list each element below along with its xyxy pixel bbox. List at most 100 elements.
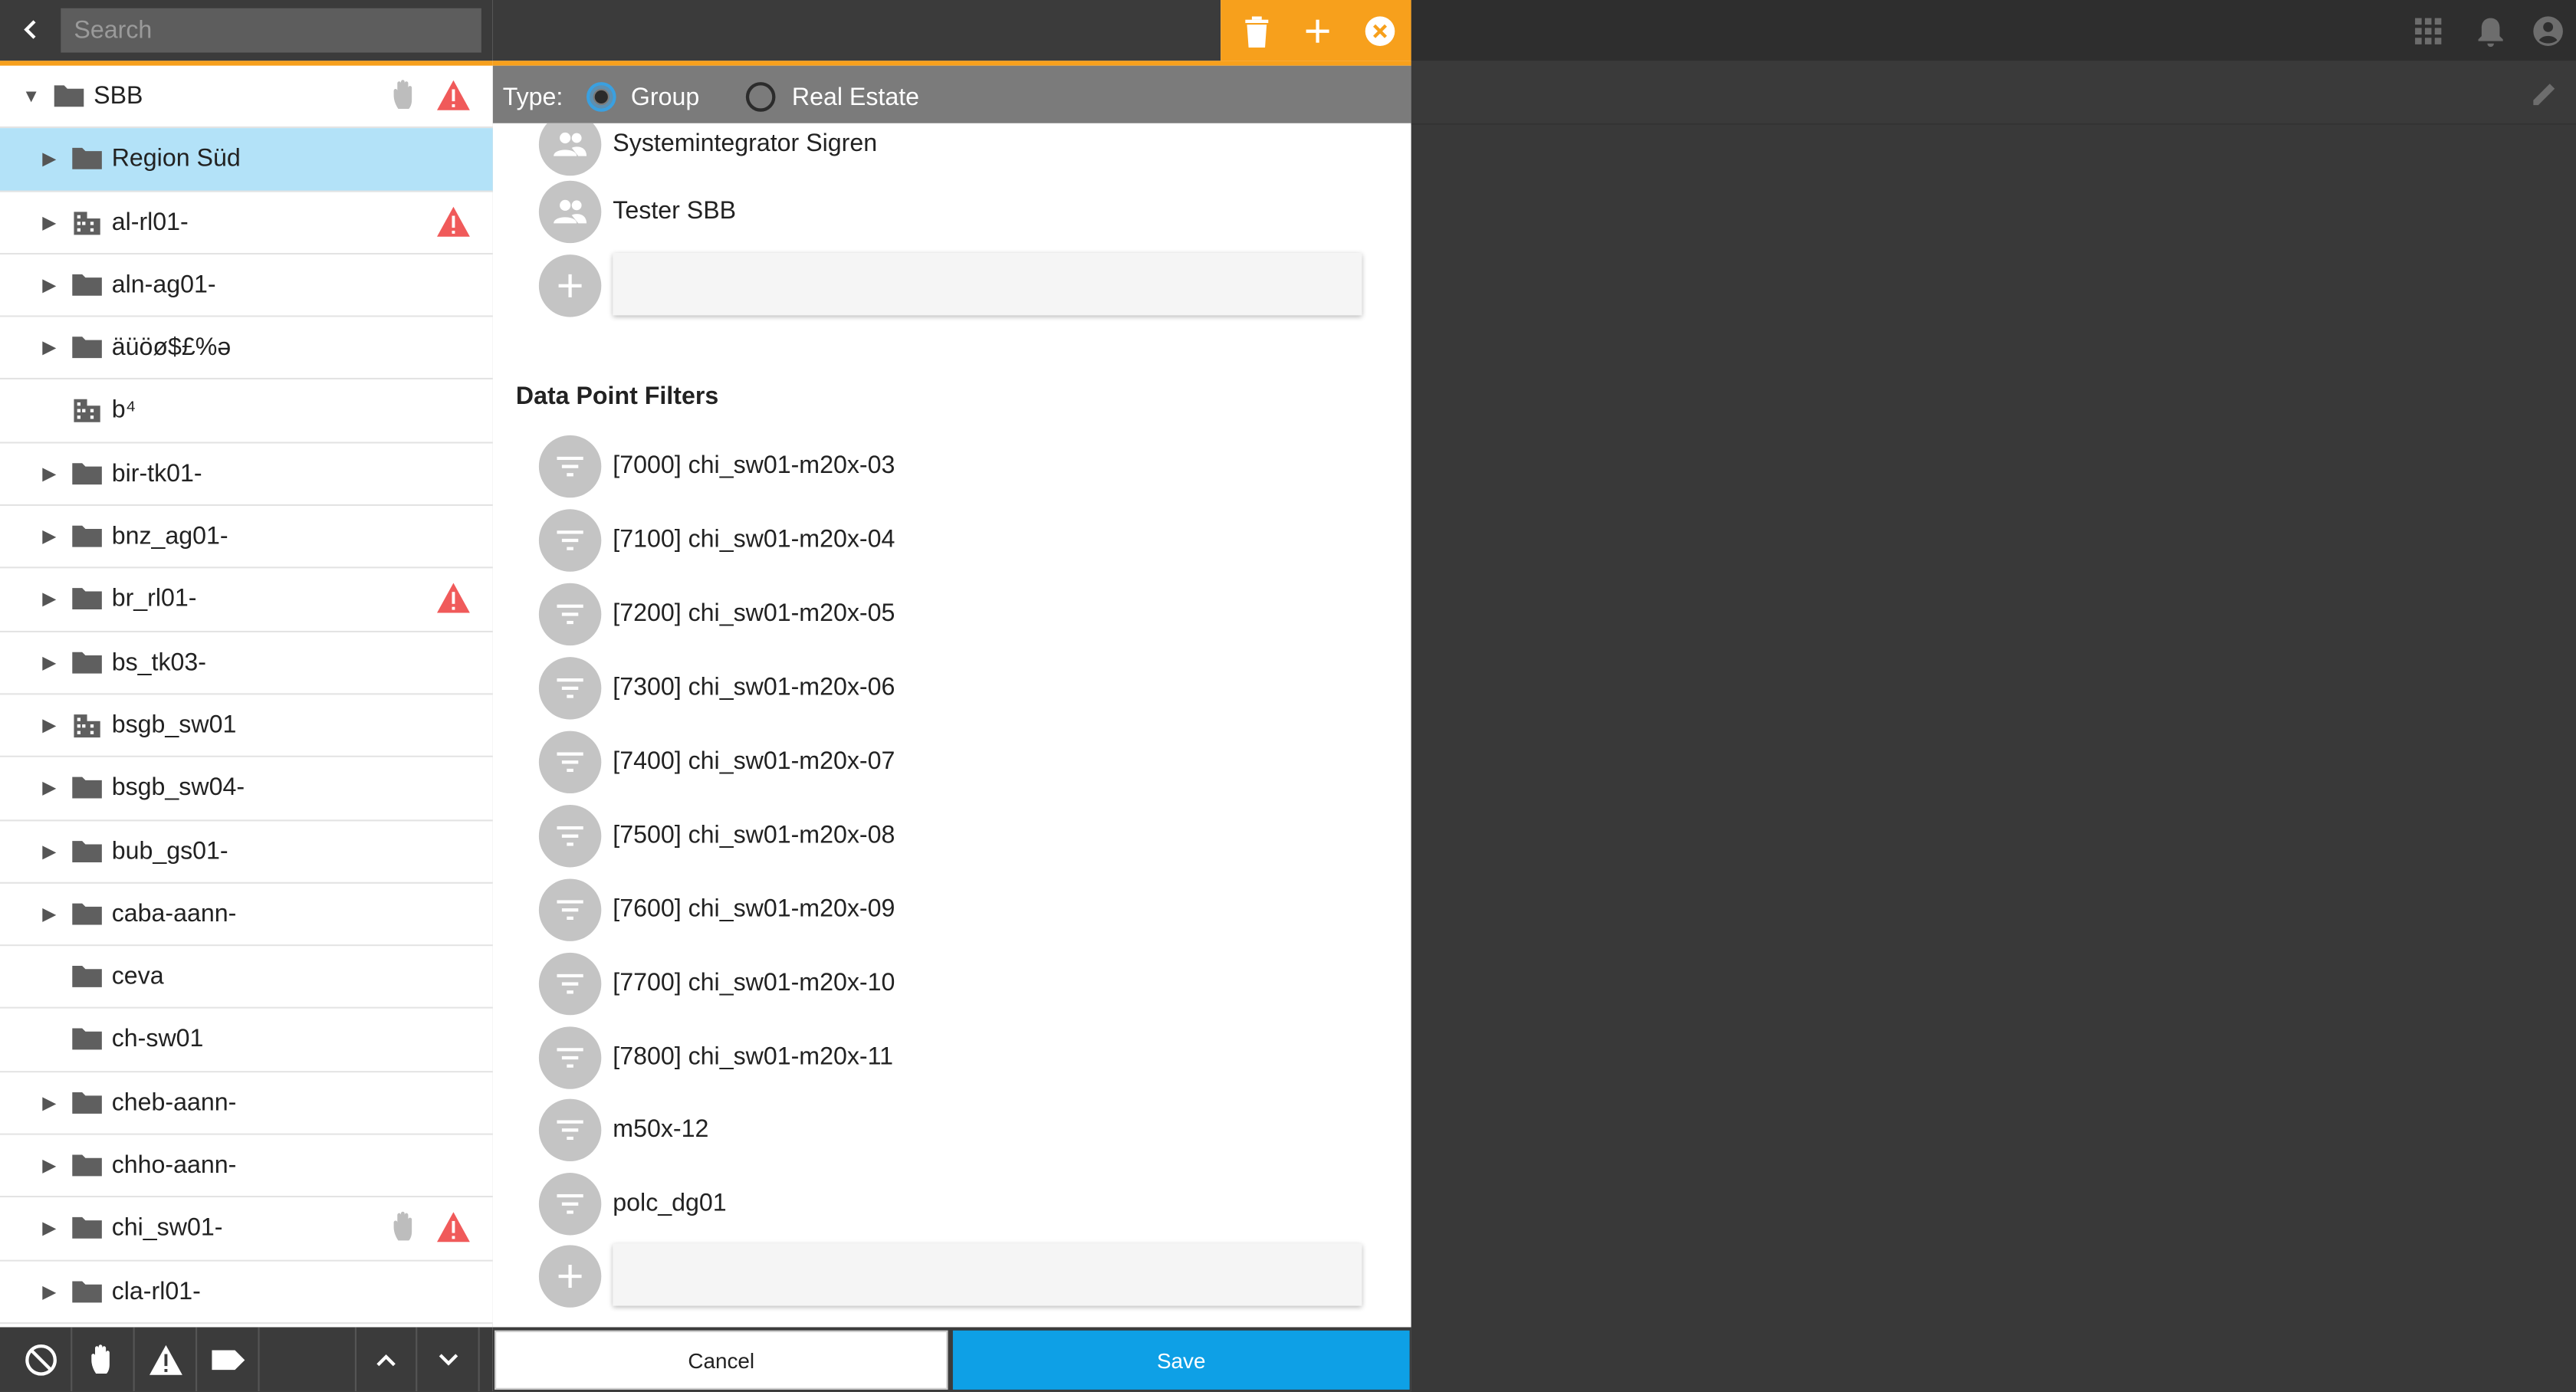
bell-icon[interactable] [2474,15,2507,48]
warning-icon [437,205,470,236]
type-real-estate-label[interactable]: Real Estate [792,84,919,111]
tree-item-label: br_rl01- [111,585,197,614]
filter-icon [538,730,602,794]
edit-pencil-icon[interactable] [2528,77,2561,110]
save-button[interactable]: Save [952,1330,1410,1390]
tree-item[interactable]: ▶ cheb-aann- [0,1072,493,1135]
tree-header [0,0,493,61]
tree-item-label: bs_tk03- [111,648,207,677]
tree-item[interactable]: ▶ bsgb_sw04- [0,757,493,821]
caret-right-icon[interactable]: ▶ [38,652,61,675]
caret-right-icon[interactable]: ▶ [38,1155,61,1178]
folder-icon [72,337,102,359]
filter-label: m50x-12 [613,1115,709,1144]
filter-label: [7600] chi_sw01-m20x-09 [613,895,895,924]
tree-item[interactable]: ▶ br_rl01- [0,569,493,632]
tree-item-label: äüöø$£%ə [111,333,232,362]
chevron-up-icon[interactable] [354,1327,418,1392]
tree-item[interactable]: ▶ äüöø$£%ə [0,317,493,381]
caret-right-icon[interactable]: ▶ [38,274,61,297]
tree-item-label: cla-rl01- [111,1277,201,1305]
tag-icon[interactable] [197,1327,260,1392]
app-header [1411,0,2576,61]
tree-item-label: ch-sw01 [111,1026,204,1054]
tree-item[interactable]: ch-sw01 [0,1009,493,1072]
caret-right-icon[interactable]: ▶ [38,212,61,235]
caret-right-icon[interactable]: ▶ [38,337,61,360]
caret-right-icon[interactable]: ▶ [38,463,61,486]
tree-item[interactable]: ▶ aln-ag01- [0,254,493,317]
tree-item[interactable]: ▶ bsgb_sw01 [0,694,493,758]
caret-right-icon[interactable]: ▶ [38,148,61,171]
add-icon[interactable] [1300,13,1336,49]
group-label: Systemintegrator Sigren [613,130,878,158]
filter-icon [538,878,602,941]
detail-toolbar [1411,61,2576,125]
caret-right-icon[interactable]: ▶ [38,1281,61,1304]
tree-item-label: chho-aann- [111,1151,237,1180]
tree-item[interactable]: ▶ caba-aann- [0,883,493,947]
warning-icon[interactable] [135,1327,198,1392]
tree-list: ▼ SBB ▶ Region Süd ▶ al-rl01- ▶ aln-ag01… [0,65,493,1328]
caret-right-icon[interactable]: ▶ [38,526,61,549]
building-icon [74,714,100,738]
building-icon [74,211,100,235]
tree-item[interactable]: ▶ bnz_ag01- [0,506,493,570]
tree-item[interactable]: ▶ chho-aann- [0,1134,493,1198]
caret-right-icon[interactable]: ▶ [38,903,61,926]
tree-item[interactable]: ▶ bir-tk01- [0,443,493,507]
caret-right-icon[interactable]: ▶ [38,1092,61,1115]
type-selector: Type: Group Real Estate [492,65,1411,123]
tree-toolbar [0,1327,493,1392]
dialog-actions [1221,0,1411,61]
tree-item[interactable]: ▶ bub_gs01- [0,820,493,884]
tree-item[interactable]: b⁴ [0,380,493,444]
type-group-label[interactable]: Group [631,84,699,111]
filters-title: Data Point Filters [515,382,719,411]
caret-right-icon[interactable]: ▶ [38,840,61,863]
tree-item-label: bir-tk01- [111,459,202,488]
hand-icon[interactable] [72,1327,135,1392]
caret-right-icon[interactable]: ▶ [38,777,61,800]
tree-item-sbb[interactable]: ▼ SBB [0,65,493,129]
tree-item[interactable]: ▶ bs_tk03- [0,632,493,695]
tree-item[interactable]: ▶ al-rl01- [0,191,493,254]
caret-down-icon[interactable]: ▼ [20,85,43,108]
account-icon[interactable] [2532,15,2564,48]
tree-item-region-sud[interactable]: ▶ Region Süd [0,128,493,192]
caret-right-icon[interactable]: ▶ [38,1218,61,1241]
folder-icon [72,462,102,484]
apps-grid-icon[interactable] [2412,15,2445,48]
tree-item-label: bnz_ag01- [111,522,228,551]
folder-icon [72,525,102,547]
folder-icon [72,1092,102,1114]
delete-icon[interactable] [1239,13,1275,49]
filter-label: [7800] chi_sw01-m20x-11 [613,1042,894,1072]
filter-icon [538,435,602,498]
cancel-button[interactable]: Cancel [495,1330,948,1390]
back-icon[interactable] [16,15,46,44]
chevron-down-icon[interactable] [417,1327,480,1392]
type-group-radio[interactable] [586,82,616,112]
type-real-estate-radio[interactable] [745,82,776,112]
search-input[interactable] [61,8,481,53]
add-group-input[interactable] [613,253,1362,316]
add-filter-input[interactable] [613,1243,1362,1306]
tree-item-label: bsgb_sw04- [111,773,245,803]
folder-icon [72,588,102,610]
warning-icon [437,80,470,110]
caret-right-icon[interactable]: ▶ [38,714,61,737]
close-icon[interactable] [1362,13,1398,49]
tree-item-label: al-rl01- [111,208,189,236]
tree-item-label: SBB [94,82,143,110]
filter-icon [538,952,602,1016]
block-icon[interactable] [10,1327,73,1392]
tree-item[interactable]: ▶ chi_sw01- [0,1197,493,1261]
filter-label: [7200] chi_sw01-m20x-05 [613,599,895,628]
group-icon [538,123,602,176]
tree-item[interactable]: ▶ cla-rl01- [0,1260,493,1325]
warning-icon [437,583,470,614]
filter-icon [538,583,602,646]
tree-item[interactable]: ceva [0,946,493,1010]
caret-right-icon[interactable]: ▶ [38,589,61,612]
